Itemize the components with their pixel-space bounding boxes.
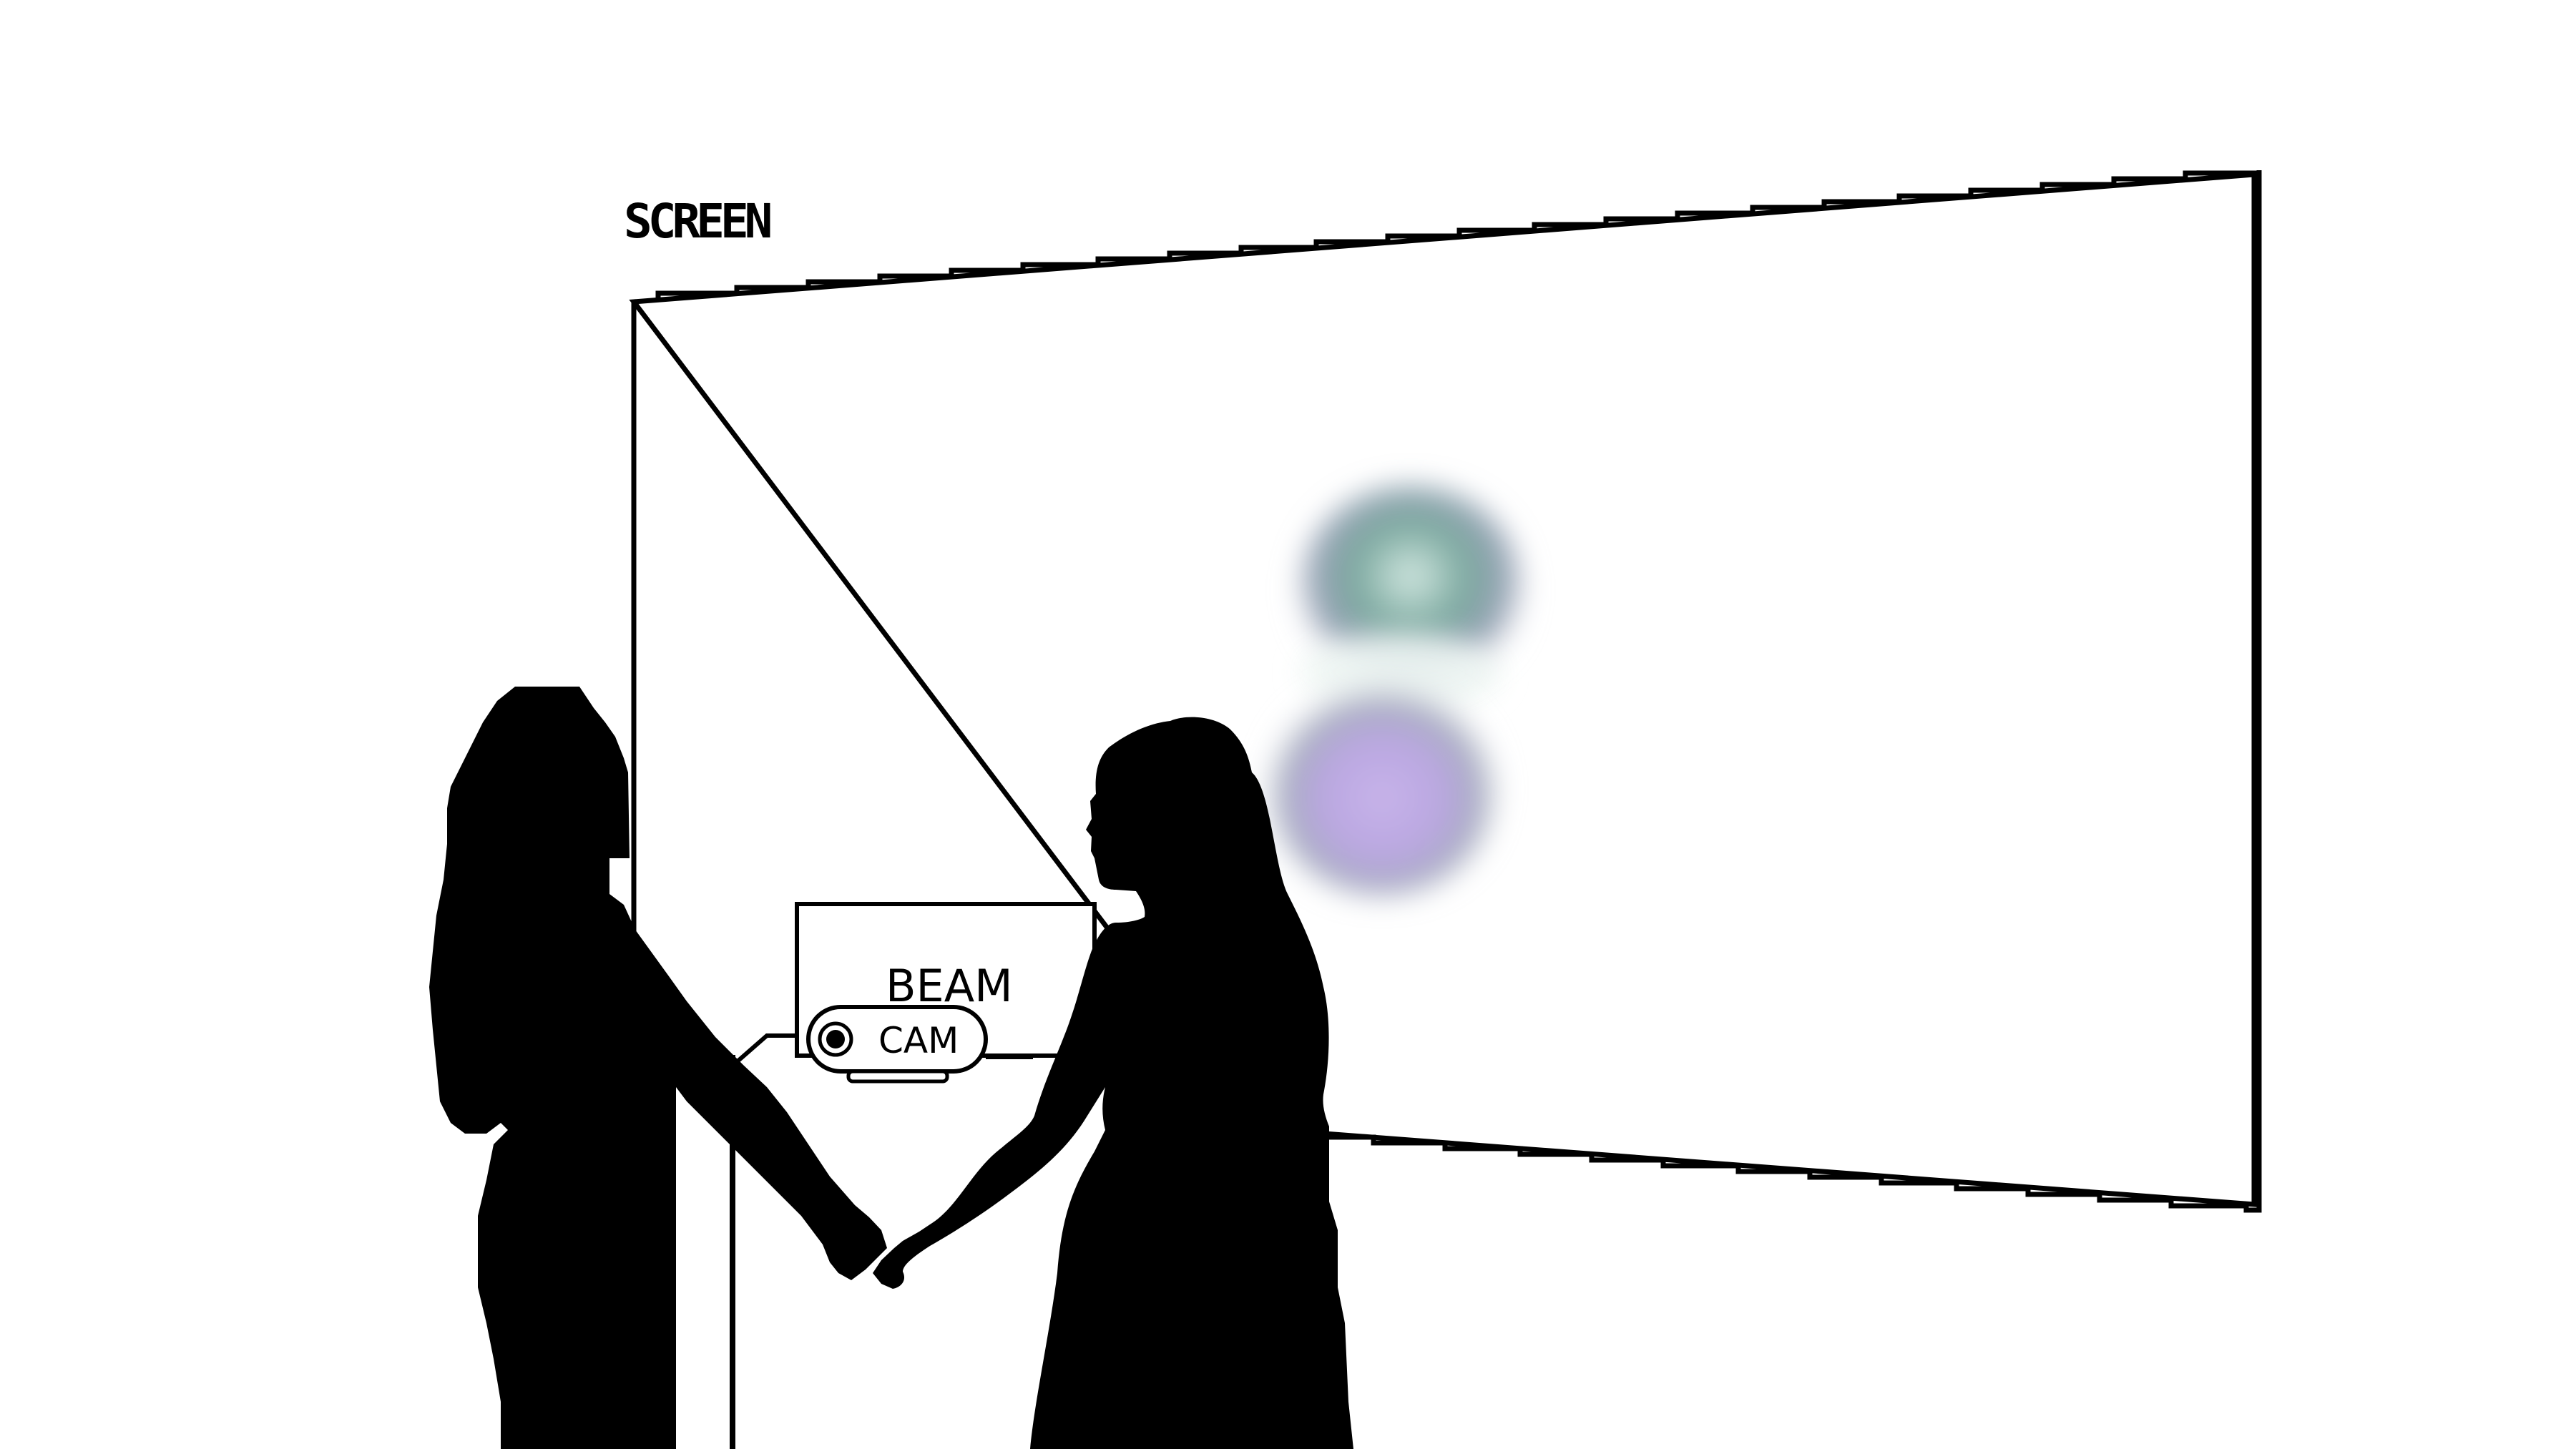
scene-drawing: SCREEN BEAM CAM <box>429 170 2262 1449</box>
projector-device: BEAM CAM <box>731 902 1097 1084</box>
person-left-silhouette <box>429 687 887 1449</box>
screen-label: SCREEN <box>624 194 770 249</box>
beam-label: BEAM <box>886 960 1013 1012</box>
cam-label: CAM <box>878 1020 959 1061</box>
scene: SCREEN BEAM CAM <box>0 0 2576 1449</box>
camera-lens-icon <box>818 1021 853 1057</box>
